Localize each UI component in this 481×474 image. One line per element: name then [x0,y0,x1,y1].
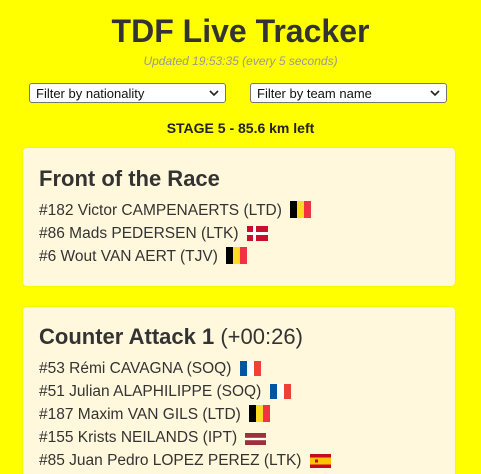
group-title-text: Counter Attack 1 [39,324,215,349]
team-filter-select[interactable]: Filter by team name [250,83,447,103]
nationality-filter-select[interactable]: Filter by nationality [29,83,226,103]
rider-item: #51 Julian ALAPHILIPPE (SOQ) [39,382,291,402]
group-card-counter-attack: Counter Attack 1 (+00:26) #53 Rémi CAVAG… [23,307,455,474]
latvia-flag-icon [245,433,267,445]
denmark-flag-icon [246,226,268,241]
nationality-filter-value: Filter by nationality [36,86,145,101]
rider-label: #53 Rémi CAVAGNA (SOQ) [39,360,232,377]
rider-label: #51 Julian ALAPHILIPPE (SOQ) [39,383,262,400]
rider-item: #6 Wout VAN AERT (TJV) [39,247,248,267]
stage-status: STAGE 5 - 85.6 km left [166,120,315,136]
team-filter-value: Filter by team name [257,86,372,101]
rider-item: #85 Juan Pedro LOPEZ PEREZ (LTK) [39,451,331,471]
page: TDF Live Tracker Updated 19:53:35 (every… [0,0,481,474]
updated-timestamp: Updated 19:53:35 (every 5 seconds) [143,54,338,68]
belgium-flag-icon [249,405,271,422]
rider-label: #155 Krists NEILANDS (IPT) [39,429,238,446]
group-card-front: Front of the Race #182 Victor CAMPENAERT… [23,148,455,286]
rider-item: #182 Victor CAMPENAERTS (LTD) [39,201,312,221]
rider-label: #85 Juan Pedro LOPEZ PEREZ (LTK) [39,452,302,469]
rider-item: #187 Maxim VAN GILS (LTD) [39,405,271,425]
page-title: TDF Live Tracker [111,13,370,49]
rider-label: #187 Maxim VAN GILS (LTD) [39,406,241,423]
belgium-flag-icon [226,247,248,264]
rider-label: #182 Victor CAMPENAERTS (LTD) [39,202,282,219]
group-title: Counter Attack 1 (+00:26) [39,324,303,350]
rider-item: #53 Rémi CAVAGNA (SOQ) [39,359,261,379]
chevron-down-icon [430,90,440,97]
rider-label: #86 Mads PEDERSEN (LTK) [39,225,239,242]
france-flag-icon [239,361,261,376]
group-title-text: Front of the Race [39,166,220,191]
rider-item: #86 Mads PEDERSEN (LTK) [39,224,268,244]
group-title: Front of the Race [39,166,220,192]
spain-flag-icon [309,454,331,468]
belgium-flag-icon [290,201,312,218]
rider-item: #155 Krists NEILANDS (IPT) [39,428,267,448]
chevron-down-icon [209,90,219,97]
group-gap: (+00:26) [220,324,303,349]
france-flag-icon [269,384,291,399]
filter-bar: Filter by nationality Filter by team nam… [29,83,449,105]
rider-label: #6 Wout VAN AERT (TJV) [39,248,218,265]
